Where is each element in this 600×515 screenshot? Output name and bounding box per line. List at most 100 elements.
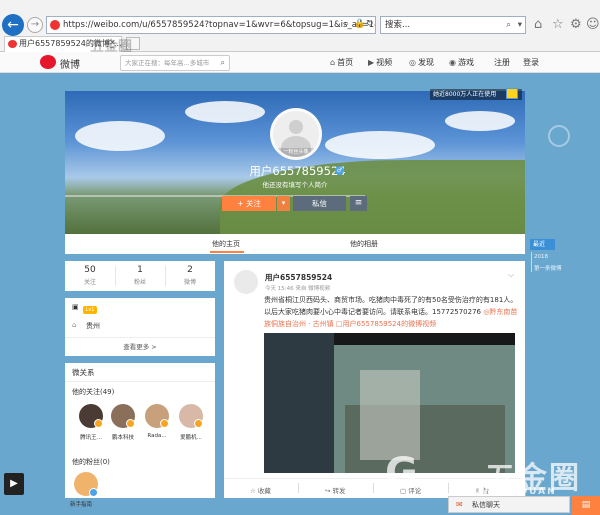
verified-badge-icon: [126, 419, 135, 428]
fan-name[interactable]: 新手指南: [70, 500, 102, 508]
watermark-logo-icon: G: [385, 450, 418, 496]
play-icon[interactable]: ▶: [4, 473, 24, 495]
stat-fans-label: 粉丝: [133, 279, 146, 286]
tab-album[interactable]: 他的相册: [350, 239, 378, 249]
nav-video[interactable]: ▶ 视频: [368, 57, 392, 68]
refresh-icon[interactable]: ↻: [366, 19, 374, 29]
following-name[interactable]: Rada...: [142, 433, 172, 439]
nav-discover-label: 发现: [417, 58, 434, 67]
forward-arrow-icon[interactable]: →: [27, 17, 43, 33]
post-text: 贵州省桐江贝西码头、商贸市场。吃猪肉中毒死了的有50名受伤治疗的有181人。以后…: [264, 294, 519, 330]
weibo-logo-icon[interactable]: [40, 55, 56, 69]
star-icon[interactable]: ☆: [552, 17, 564, 32]
app-icon[interactable]: [506, 88, 518, 99]
cloud-shape: [325, 131, 435, 159]
nav-register[interactable]: 注册: [494, 57, 510, 68]
search-icon[interactable]: ⌕: [221, 56, 225, 70]
cloud-shape: [75, 121, 165, 151]
video-frame-shape: [264, 333, 334, 473]
compass-icon: ◎: [409, 58, 416, 67]
avatar-caption: 一粉丝头像: [273, 148, 319, 157]
chat-bar[interactable]: [448, 496, 570, 513]
profile-tabs: [65, 234, 525, 254]
following-name[interactable]: 腾讯王...: [76, 433, 106, 441]
stat-fans-value[interactable]: 1: [115, 265, 165, 275]
nav-home[interactable]: ⌂ 首页: [330, 57, 353, 68]
repost-button[interactable]: ↪ 转发: [325, 485, 346, 495]
post-video-link[interactable]: 用户6557859524的微博视频: [343, 320, 437, 328]
bookmark-icon: ☆: [250, 487, 256, 495]
verified-badge-icon: [160, 419, 169, 428]
profile-intro: 他还没有填写个人简介: [262, 181, 328, 189]
browser-search-placeholder: 搜索...: [385, 20, 411, 30]
following-name[interactable]: 爱鹏机...: [176, 433, 206, 441]
home-icon[interactable]: ⌂: [534, 17, 542, 32]
address-bar[interactable]: https://weibo.com/u/6557859524?topnav=1&…: [46, 16, 376, 34]
post-username[interactable]: 用户6557859524: [265, 272, 332, 283]
video-link-icon: □: [335, 320, 343, 328]
nav-home-label: 首页: [337, 58, 354, 67]
favorite-label: 收藏: [257, 487, 271, 495]
chat-expand-icon[interactable]: ▤: [572, 496, 600, 515]
timeline-first-post[interactable]: 第一条微博: [534, 264, 562, 272]
verified-badge-icon: [94, 419, 103, 428]
divider: [65, 337, 215, 338]
nav-login-label: 登录: [523, 58, 539, 67]
fans-title[interactable]: 他的粉丝(0): [72, 457, 110, 467]
divider: [298, 483, 299, 493]
url-text: https://weibo.com/u/6557859524?topnav=1&…: [63, 20, 376, 30]
tab-favicon-icon: [8, 40, 17, 48]
following-name[interactable]: 鹏本科技: [108, 433, 138, 441]
decorative-ring: [548, 125, 570, 147]
chat-label: 私信聊天: [472, 501, 500, 509]
gear-icon[interactable]: ⚙: [570, 17, 582, 32]
following-title[interactable]: 他的关注(49): [72, 387, 114, 397]
active-tab-indicator: [210, 251, 244, 253]
favorite-button[interactable]: ☆ 收藏: [250, 485, 271, 495]
chevron-down-icon[interactable]: ▾: [277, 196, 290, 211]
nav-register-label: 注册: [494, 58, 510, 67]
message-button[interactable]: 私信: [293, 196, 346, 211]
nav-game-label: 游戏: [457, 58, 474, 67]
verified-badge-icon: [194, 419, 203, 428]
see-more-link[interactable]: 查看更多 >: [65, 341, 215, 351]
follow-button[interactable]: + 关注: [222, 196, 276, 211]
cloud-shape: [185, 101, 265, 123]
timeline-line: [531, 252, 532, 272]
post-body: 贵州省桐江贝西码头、商贸市场。吃猪肉中毒死了的有50名受伤治疗的有181人。以后…: [264, 296, 518, 316]
cloud-shape: [445, 111, 515, 131]
repost-label: 转发: [332, 487, 346, 495]
watermark-brand-sub: WUJINQUAN: [478, 487, 557, 497]
nav-login[interactable]: 登录: [523, 57, 539, 68]
search-icon[interactable]: ⌕: [506, 17, 511, 33]
stat-posts-value[interactable]: 2: [165, 265, 215, 275]
weibo-top-nav: [0, 52, 600, 73]
divider: [448, 483, 449, 493]
stat-posts-label: 微博: [183, 279, 196, 286]
timeline-recent[interactable]: 最近: [530, 239, 555, 250]
weibo-search-input[interactable]: 大家正在搜：每年高...多城市 ⌕: [120, 55, 230, 71]
timeline-year[interactable]: 2018: [534, 254, 548, 260]
post-avatar[interactable]: [234, 270, 258, 294]
chevron-down-icon[interactable]: ▾: [518, 17, 522, 33]
stat-following-value[interactable]: 50: [65, 265, 115, 275]
weibo-logo-text[interactable]: 微博: [60, 56, 80, 71]
search-icon[interactable]: ⌕: [344, 19, 349, 29]
nav-game[interactable]: ◉ 游戏: [449, 57, 474, 68]
avatar-head-shape: [289, 120, 303, 134]
browser-search-input[interactable]: 搜索... ⌕ ▾: [380, 16, 526, 34]
smiley-icon[interactable]: ☺: [586, 17, 600, 32]
chevron-down-icon[interactable]: ⌵: [508, 270, 514, 280]
more-menu-button[interactable]: ≡: [350, 196, 367, 211]
gender-male-icon: ♂: [335, 166, 344, 175]
tab-home[interactable]: 他的主页: [212, 239, 240, 249]
nav-discover[interactable]: ◎ 发现: [409, 57, 434, 68]
level-badge[interactable]: Lv1: [83, 306, 97, 314]
avatar[interactable]: 一粉丝头像: [270, 108, 322, 160]
nav-video-label: 视频: [376, 58, 393, 67]
game-icon: ◉: [449, 58, 456, 67]
location-icon: ⌂: [72, 321, 77, 329]
back-arrow-icon[interactable]: ←: [2, 14, 24, 36]
video-frame-shape: [360, 370, 420, 460]
divider: [65, 381, 215, 382]
